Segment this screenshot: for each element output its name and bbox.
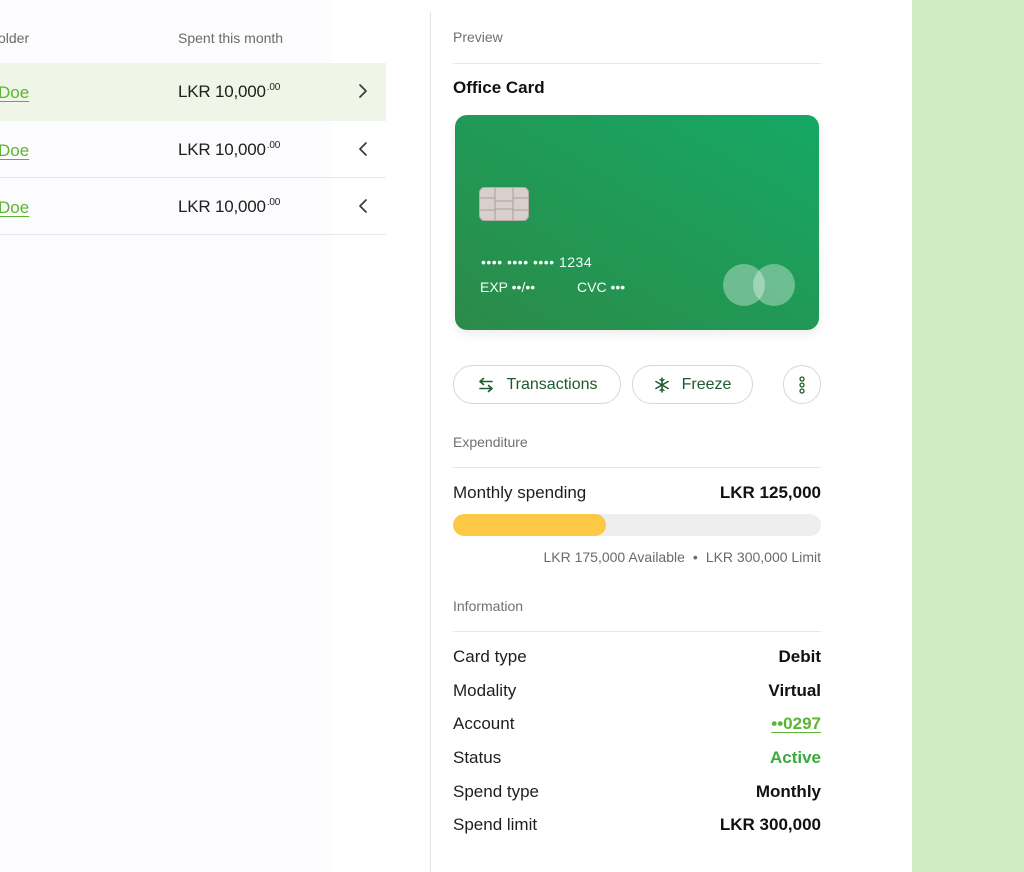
info-row-card-type: Card type Debit [453,647,821,671]
monthly-spending-value: LKR 125,000 [719,483,821,502]
information-section-label: Information [453,598,524,614]
holder-link[interactable]: Doe [0,141,29,161]
freeze-button-label: Freeze [681,375,732,393]
table-header: older Spent this month [0,0,386,63]
info-key: Modality [453,681,517,700]
info-key: Spend limit [453,815,538,834]
spent-amount: LKR 10,000.00 [178,140,281,159]
info-value: LKR 300,000 [719,815,821,834]
virtual-card: •••• •••• •••• 1234 EXP ••/•• CVC ••• [455,115,819,330]
snowflake-icon [654,376,669,393]
spending-progress-fill [453,514,607,536]
info-value: Debit [778,647,822,666]
divider [453,631,821,632]
freeze-button[interactable]: Freeze [632,365,753,404]
card-title: Office Card [453,78,545,97]
divider [453,63,821,64]
holder-link[interactable]: Doe [0,83,29,103]
card-expiry: EXP ••/•• [480,279,536,295]
expenditure-section-label: Expenditure [453,434,528,450]
preview-section-label: Preview [453,29,503,45]
info-key: Account [453,714,515,733]
card-number: •••• •••• •••• 1234 [481,254,593,270]
info-value: Monthly [755,782,821,801]
card-cvc: CVC ••• [577,279,626,295]
chevron-left-icon[interactable] [354,140,372,158]
chevron-left-icon[interactable] [354,197,372,215]
column-header-holder: older [0,30,30,46]
holder-link[interactable]: Doe [0,198,29,218]
spending-caption: LKR 175,000 Available • LKR 300,000 Limit [543,549,821,565]
info-key: Card type [453,647,527,666]
divider [453,467,821,468]
info-row-status: Status Active [453,748,821,772]
info-row-account: Account ••0297 [453,714,821,738]
column-header-spent: Spent this month [178,30,284,46]
monthly-spending-label: Monthly spending [453,483,587,502]
status-badge: Active [769,748,821,767]
spent-amount: LKR 10,000.00 [178,197,281,216]
cards-table: older Spent this month Doe LKR 10,000.00… [0,0,386,235]
table-row[interactable]: Doe LKR 10,000.00 [0,63,386,121]
transactions-button-label: Transactions [506,375,598,393]
table-row[interactable]: Doe LKR 10,000.00 [0,121,386,178]
info-value: Virtual [768,681,821,700]
chip-icon [479,187,529,221]
more-options-button[interactable] [783,365,821,404]
account-link[interactable]: ••0297 [771,714,821,734]
chevron-right-icon[interactable] [354,82,372,100]
arrows-swap-icon [478,377,493,392]
transactions-button[interactable]: Transactions [453,365,621,404]
info-row-modality: Modality Virtual [453,681,821,705]
mastercard-icon [723,264,795,306]
pane-divider [430,12,431,872]
backdrop [912,0,1024,872]
info-row-spend-limit: Spend limit LKR 300,000 [453,815,821,839]
spending-progress-bar [453,514,821,536]
info-key: Status [453,748,502,767]
info-row-spend-type: Spend type Monthly [453,782,821,806]
table-row[interactable]: Doe LKR 10,000.00 [0,178,386,235]
spent-amount: LKR 10,000.00 [178,82,281,101]
info-key: Spend type [453,782,540,801]
vertical-dots-icon [799,375,805,394]
